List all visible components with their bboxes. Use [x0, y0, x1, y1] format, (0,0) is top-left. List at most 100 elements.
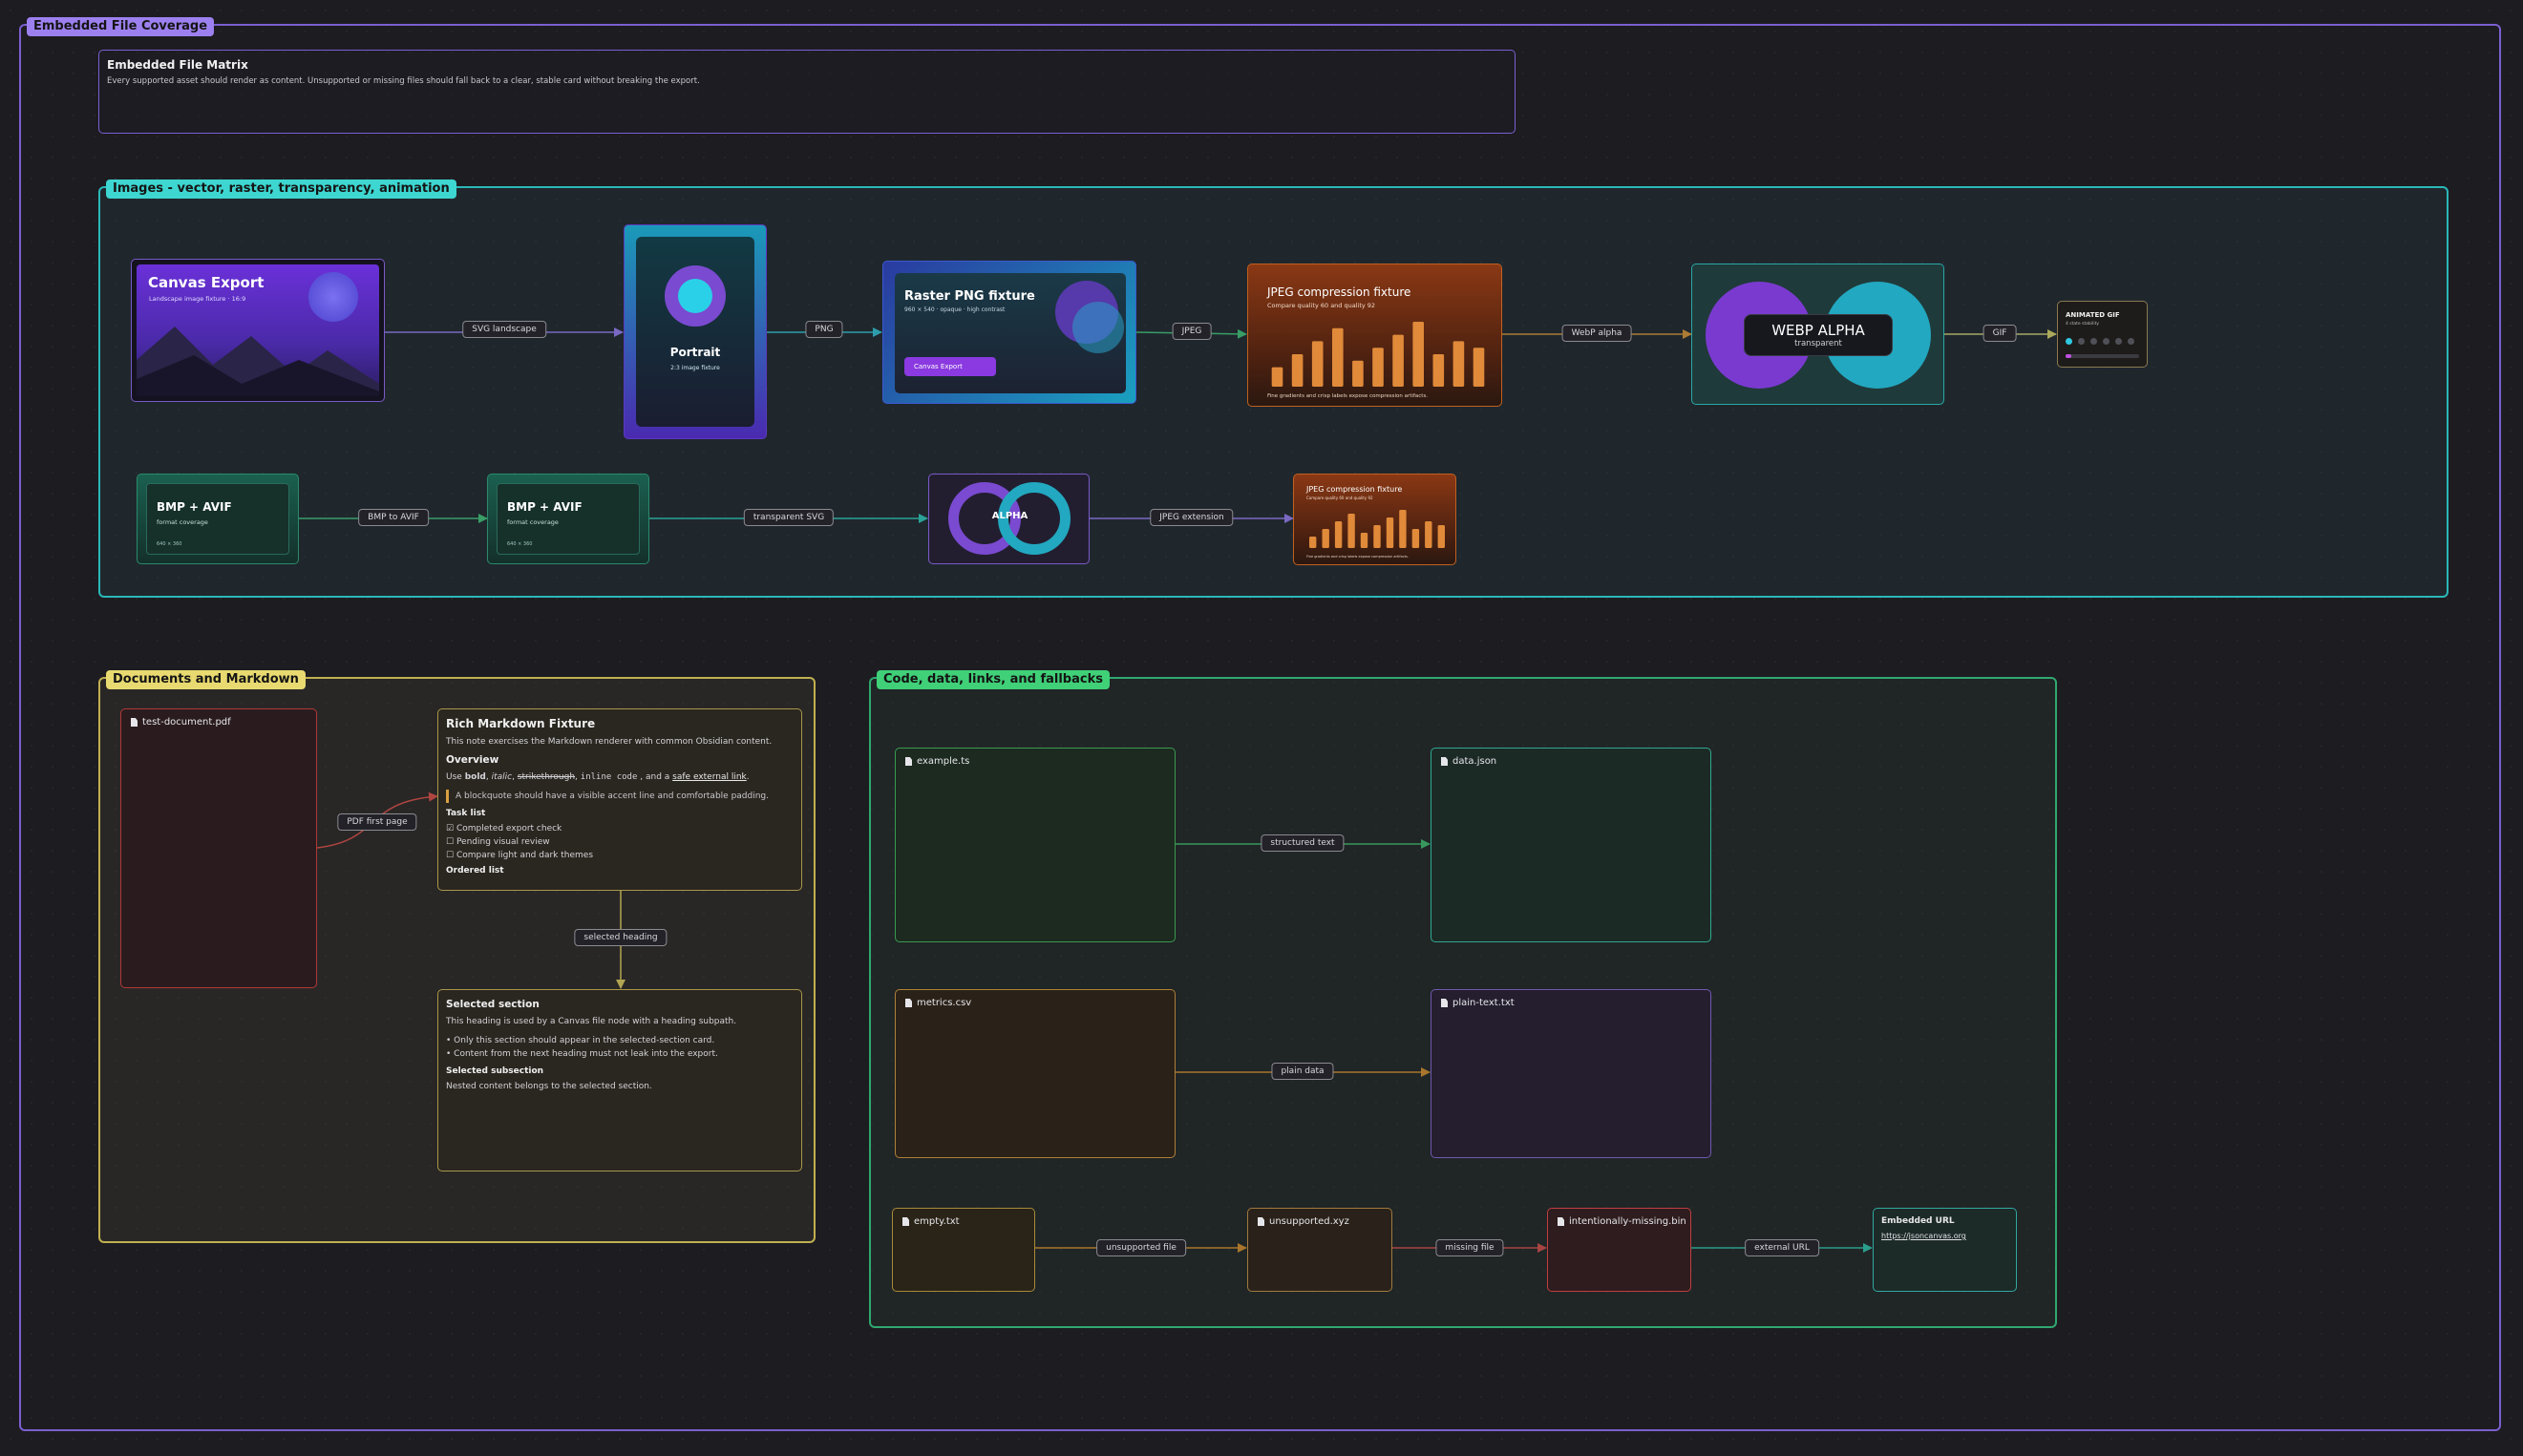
data-json-card[interactable]: data.json — [1431, 748, 1711, 942]
embedded-url-card[interactable]: Embedded URL https://jsoncanvas.org — [1873, 1208, 2017, 1292]
section-sub: Selected subsection — [446, 1066, 544, 1076]
file-icon — [905, 999, 912, 1007]
section-bullet-2: • Content from the next heading must not… — [446, 1049, 718, 1059]
url-title: Embedded URL — [1881, 1216, 1955, 1226]
chart-bar — [1473, 348, 1485, 387]
chart-bar — [1347, 514, 1355, 548]
selected-section-card[interactable]: Selected section This heading is used by… — [437, 989, 802, 1171]
bmp1-title: BMP + AVIF — [157, 500, 232, 514]
group-label: Images - vector, raster, transparency, a… — [106, 179, 456, 199]
chart-bar — [1334, 521, 1343, 548]
raster-circle-cyan — [1072, 302, 1124, 353]
raster-button: Canvas Export — [904, 357, 996, 376]
md-blockquote: A blockquote should have a visible accen… — [446, 790, 794, 803]
edge-label-jpeg: JPEG — [1172, 323, 1212, 340]
edge-label-png: PNG — [805, 321, 843, 338]
edge-label-gif: GIF — [1982, 325, 2017, 342]
canvas-export-subtitle: Landscape image fixture · 16:9 — [149, 295, 246, 303]
matrix-text: Every supported asset should render as c… — [107, 76, 700, 86]
webp-badge: WEBP ALPHA transparent — [1744, 314, 1893, 356]
edge-label-pdf-first-page: PDF first page — [337, 813, 417, 831]
chart-bar — [1271, 367, 1283, 387]
file-icon — [902, 1217, 909, 1226]
canvas-export-title: Canvas Export — [148, 274, 265, 291]
chart-bar — [1309, 537, 1317, 548]
md-link[interactable]: safe external link — [672, 772, 747, 782]
example-ts-card[interactable]: example.ts — [895, 748, 1176, 942]
example-ts-title: example.ts — [917, 756, 970, 767]
gif-subtitle: 4 state stability — [2066, 322, 2100, 327]
chart-bar — [1411, 529, 1420, 548]
portrait-title: Portrait — [669, 346, 721, 359]
raster-subtitle: 960 × 540 · opaque · high contrast — [904, 306, 1006, 313]
md-task-1[interactable]: ☑ Completed export check — [446, 822, 794, 835]
chart-bar — [1452, 341, 1465, 387]
url-link[interactable]: https://jsoncanvas.org — [1881, 1232, 1966, 1240]
webp-title: WEBP ALPHA — [1771, 322, 1865, 339]
webp-alpha-image[interactable]: WEBP ALPHA transparent — [1691, 264, 1944, 405]
file-icon — [1558, 1217, 1564, 1226]
unsupported-title: unsupported.xyz — [1269, 1216, 1349, 1227]
missing-file-card[interactable]: intentionally-missing.bin — [1547, 1208, 1691, 1292]
empty-txt-card[interactable]: empty.txt — [892, 1208, 1035, 1292]
bmp-avif-image-1[interactable]: BMP + AVIF format coverage 640 × 360 — [137, 474, 299, 564]
data-json-title: data.json — [1452, 756, 1497, 767]
checkbox-icon[interactable]: ☐ — [446, 837, 454, 847]
markdown-file-card[interactable]: Rich Markdown Fixture This note exercise… — [437, 708, 802, 891]
jpeg-extension-image[interactable]: JPEG compression fixture Compare quality… — [1293, 474, 1456, 565]
portrait-dot-shape — [678, 279, 712, 313]
edge-label-plain-data: plain data — [1271, 1063, 1334, 1080]
chart-bar — [1437, 525, 1445, 548]
md-task-2[interactable]: ☐ Pending visual review — [446, 835, 794, 849]
raster-title: Raster PNG fixture — [904, 289, 1035, 304]
edge-label-bmp-to-avif: BMP to AVIF — [358, 509, 429, 526]
jpeg-subtitle: Compare quality 60 and quality 92 — [1267, 302, 1376, 309]
jpeg-title: JPEG compression fixture — [1267, 285, 1411, 299]
file-icon — [131, 718, 138, 727]
plain-text-card[interactable]: plain-text.txt — [1431, 989, 1711, 1158]
edge-label-jpeg-extension: JPEG extension — [1150, 509, 1234, 526]
metrics-csv-card[interactable]: metrics.csv — [895, 989, 1176, 1158]
bmp2-title: BMP + AVIF — [507, 500, 583, 514]
chart-bar — [1399, 510, 1407, 548]
animated-gif-image[interactable]: ANIMATED GIF 4 state stability — [2057, 301, 2148, 368]
gif-frame-dots — [2066, 338, 2134, 345]
chart-bar — [1392, 334, 1404, 387]
edge-label-missing-file: missing file — [1435, 1239, 1504, 1256]
chart-bar — [1386, 517, 1394, 548]
md-overview: Overview — [446, 754, 499, 766]
chart-bar — [1322, 529, 1329, 548]
bmp1-subtitle: format coverage — [157, 518, 208, 526]
gif-progress-track — [2066, 354, 2139, 358]
chart-bar — [1372, 348, 1384, 387]
raster-png-image[interactable]: Raster PNG fixture 960 × 540 · opaque · … — [882, 261, 1136, 404]
jpeg-image[interactable]: JPEG compression fixture Compare quality… — [1247, 264, 1502, 407]
canvas-export-image[interactable]: Canvas Export Landscape image fixture · … — [131, 259, 385, 402]
checkbox-checked-icon[interactable]: ☑ — [446, 824, 454, 834]
missing-title: intentionally-missing.bin — [1569, 1216, 1686, 1227]
bmp-avif-image-2[interactable]: BMP + AVIF format coverage 640 × 360 — [487, 474, 649, 564]
matrix-title: Embedded File Matrix — [107, 58, 248, 72]
md-and-a: , and a — [640, 772, 670, 782]
edge-label-svg-landscape: SVG landscape — [462, 321, 546, 338]
jpeg2-title: JPEG compression fixture — [1306, 485, 1403, 494]
section-bullet-1: • Only this section should appear in the… — [446, 1036, 715, 1045]
gif-progress-fill — [2066, 354, 2072, 358]
matrix-card[interactable]: Embedded File Matrix Every supported ass… — [98, 50, 1516, 134]
group-label: Code, data, links, and fallbacks — [877, 670, 1110, 689]
chart-bar — [1352, 360, 1364, 387]
edge-label-selected-heading: selected heading — [574, 929, 668, 946]
md-intro: This note exercises the Markdown rendere… — [446, 737, 773, 747]
edge-label-structured-text: structured text — [1261, 834, 1345, 852]
md-strike: strikethrough — [517, 772, 576, 782]
section-title: Selected section — [446, 999, 540, 1010]
chart-bar — [1373, 525, 1381, 548]
alpha-svg-image[interactable]: ALPHA — [928, 474, 1090, 564]
md-task-3[interactable]: ☐ Compare light and dark themes — [446, 849, 794, 862]
portrait-image[interactable]: Portrait 2:3 image fixture — [624, 224, 767, 439]
edge-label-external-url: external URL — [1745, 1239, 1819, 1256]
md-use: Use — [446, 772, 462, 782]
checkbox-icon[interactable]: ☐ — [446, 851, 454, 860]
pdf-file-card[interactable]: test-document.pdf — [120, 708, 317, 988]
unsupported-card[interactable]: unsupported.xyz — [1247, 1208, 1392, 1292]
